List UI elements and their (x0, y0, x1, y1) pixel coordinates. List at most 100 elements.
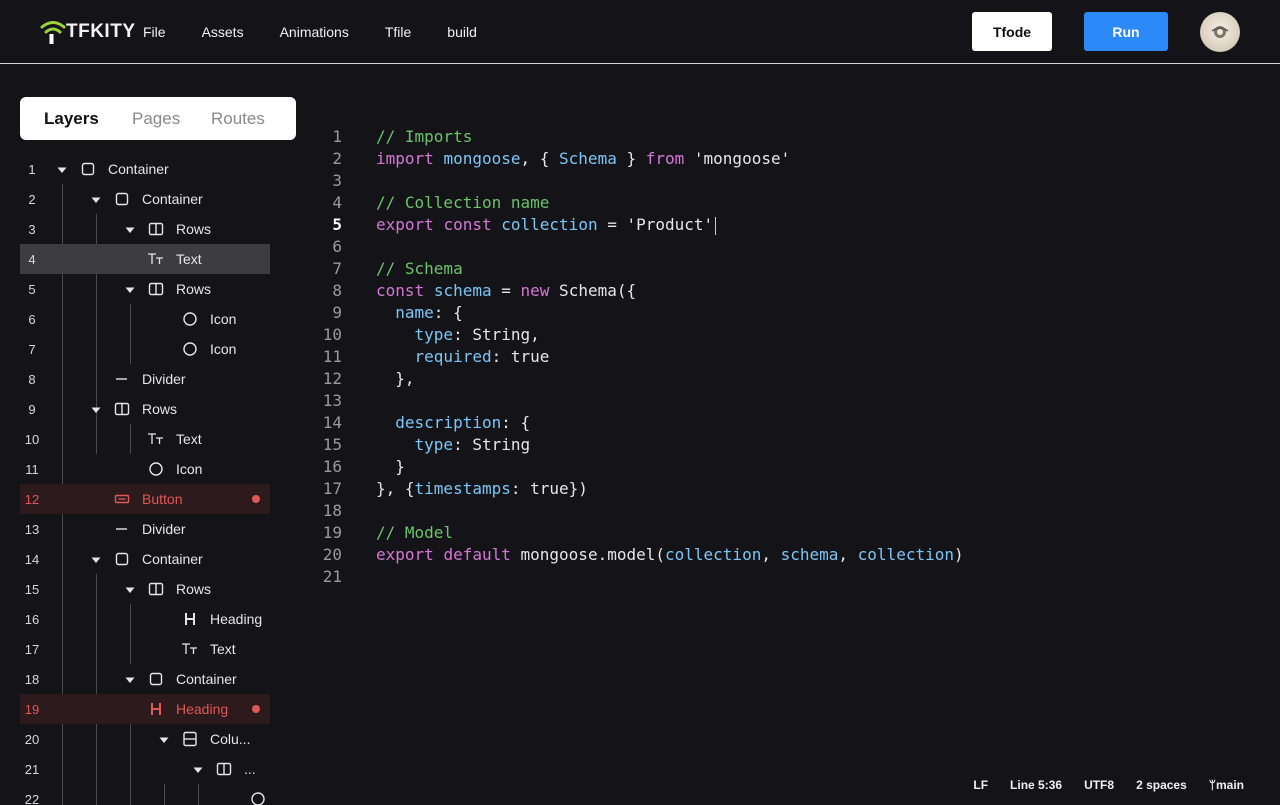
status-branch[interactable]: ᛘmain (1209, 778, 1244, 792)
layer-row-label: Container (108, 161, 169, 177)
tab-pages[interactable]: Pages (132, 97, 180, 140)
code-line[interactable]: 13 (300, 390, 1260, 412)
layer-row[interactable]: 12 Button (20, 484, 270, 514)
code-token: collection (665, 545, 762, 564)
code-line[interactable]: 15 type: String (300, 434, 1260, 456)
code-line[interactable]: 14 description: { (300, 412, 1260, 434)
layer-row[interactable]: 20 Colu... (20, 724, 270, 754)
layer-row[interactable]: 1 Container (20, 154, 270, 184)
layer-row-label: ... (244, 761, 256, 777)
caret-down-icon[interactable] (124, 223, 136, 235)
caret-down-icon[interactable] (90, 553, 102, 565)
layer-row[interactable]: 13 Divider (20, 514, 270, 544)
status-position[interactable]: Line 5:36 (1010, 778, 1062, 792)
layer-row-label: Rows (176, 581, 212, 597)
caret-down-icon[interactable] (56, 163, 68, 175)
top-bar: TFKITY File Assets Animations Tfile buil… (0, 0, 1280, 64)
caret-down-icon[interactable] (192, 763, 204, 775)
code-token: : true}) (510, 479, 588, 498)
layer-row-label: Heading (176, 701, 229, 717)
line-number: 8 (332, 281, 342, 300)
layer-row[interactable]: 22... (20, 784, 270, 805)
layer-row[interactable]: 5 Rows (20, 274, 270, 304)
layer-row-label: Divider (142, 521, 186, 537)
layer-row[interactable]: 14 Container (20, 544, 270, 574)
layer-row[interactable]: 6 Icon (20, 304, 270, 334)
layer-row[interactable]: 4 Text (20, 244, 270, 274)
code-line[interactable]: 21 (300, 566, 1260, 588)
code-token: Schema({ (549, 281, 637, 300)
status-encoding[interactable]: UTF8 (1084, 778, 1114, 792)
tab-layers[interactable]: Layers (44, 97, 99, 140)
code-line[interactable]: 1 // Imports (300, 126, 1260, 148)
code-line[interactable]: 8 const schema = new Schema({ (300, 280, 1260, 302)
code-line[interactable]: 17}, {timestamps: true}) (300, 478, 1260, 500)
caret-down-icon[interactable] (90, 193, 102, 205)
layer-row[interactable]: 17 Text (20, 634, 270, 664)
code-line[interactable]: 4 // Collection name (300, 192, 1260, 214)
layer-row[interactable]: 7 Icon (20, 334, 270, 364)
code-token: : String (453, 435, 531, 454)
layer-row[interactable]: 21... (20, 754, 270, 784)
menu-tfile[interactable]: Tfile (385, 22, 411, 42)
code-token: description (395, 413, 502, 432)
wifi-logo-icon (40, 18, 66, 46)
tfode-button[interactable]: Tfode (972, 12, 1052, 51)
code-token: , (761, 545, 781, 564)
code-line[interactable]: 18 (300, 500, 1260, 522)
heading-icon (148, 701, 164, 717)
status-eol[interactable]: LF (973, 778, 988, 792)
tab-routes[interactable]: Routes (211, 97, 265, 140)
line-number: 9 (332, 303, 342, 322)
code-token: , { (520, 149, 560, 168)
circle-icon (148, 461, 164, 477)
code-token: : { (433, 303, 463, 322)
code-line[interactable]: 6 (300, 236, 1260, 258)
layer-row[interactable]: 8 Divider (20, 364, 270, 394)
run-button[interactable]: Run (1084, 12, 1168, 51)
code-line[interactable]: 5 export const collection = 'Product' (300, 214, 1260, 236)
code-line[interactable]: 10 type: String, (300, 324, 1260, 346)
branch-icon: ᛘ (1208, 778, 1216, 792)
code-line[interactable]: 3 (300, 170, 1260, 192)
layer-row[interactable]: 15 Rows (20, 574, 270, 604)
menu-build[interactable]: build (447, 22, 477, 42)
layer-row-label: Rows (176, 281, 212, 297)
code-line[interactable]: 19 // Model (300, 522, 1260, 544)
line-number: 5 (332, 215, 342, 234)
code-line[interactable]: 20 export default mongoose.model(collecti… (300, 544, 1260, 566)
code-line[interactable]: 9 name: { (300, 302, 1260, 324)
layer-row[interactable]: 10 Text (20, 424, 270, 454)
code-editor[interactable]: 1 // Imports 2 import mongoose, { Schema } … (300, 126, 1280, 606)
layer-row[interactable]: 18 Container (20, 664, 270, 694)
code-line[interactable]: 2 import mongoose, { Schema } from 'mongo… (300, 148, 1260, 170)
code-token: schema (780, 545, 839, 564)
code-text: } (376, 456, 405, 478)
caret-down-icon[interactable] (158, 733, 170, 745)
caret-down-icon[interactable] (90, 403, 102, 415)
caret-down-icon[interactable] (124, 673, 136, 685)
avatar[interactable] (1200, 12, 1240, 52)
caret-down-icon[interactable] (124, 583, 136, 595)
caret-down-icon[interactable] (124, 283, 136, 295)
layer-row[interactable]: 11 Icon (20, 454, 270, 484)
line-number: 7 (332, 259, 342, 278)
menu-file[interactable]: File (143, 22, 166, 42)
code-line[interactable]: 11 required: true (300, 346, 1260, 368)
rows-icon (148, 281, 164, 297)
menu-assets[interactable]: Assets (202, 22, 244, 42)
layer-row[interactable]: 3 Rows (20, 214, 270, 244)
code-line[interactable]: 16 } (300, 456, 1260, 478)
code-line[interactable]: 12 }, (300, 368, 1260, 390)
menu-animations[interactable]: Animations (280, 22, 349, 42)
layer-row[interactable]: 9 Rows (20, 394, 270, 424)
layer-row[interactable]: 19 Heading (20, 694, 270, 724)
layer-row[interactable]: 16 Heading (20, 604, 270, 634)
layer-row[interactable]: 2 Container (20, 184, 270, 214)
logo[interactable]: TFKITY (40, 18, 136, 46)
code-line[interactable]: 7 // Schema (300, 258, 1260, 280)
status-indent[interactable]: 2 spaces (1136, 778, 1187, 792)
circle-icon (182, 311, 198, 327)
